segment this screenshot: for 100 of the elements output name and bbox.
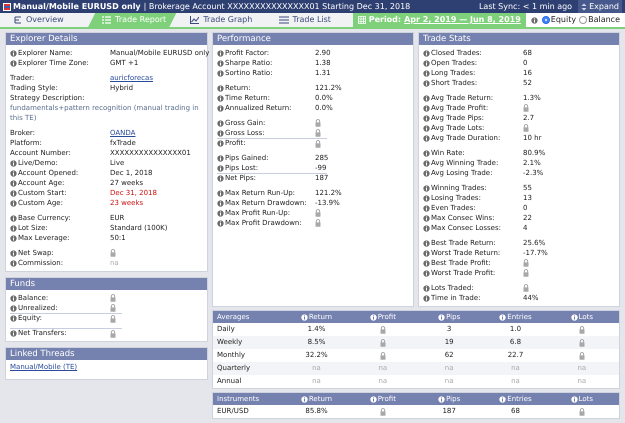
lock-icon [523,124,529,132]
info-icon[interactable] [10,170,17,176]
info-icon[interactable] [10,224,17,232]
info-icon[interactable] [217,50,224,56]
info-icon[interactable] [217,154,224,162]
info-icon[interactable] [499,396,506,402]
lock-icon [380,408,386,416]
lock-icon [578,338,585,346]
info-icon[interactable] [423,250,430,256]
panel-header: Performance [213,33,413,45]
info-icon[interactable] [10,190,17,196]
info-icon[interactable] [217,60,224,66]
info-icon[interactable] [217,210,224,216]
info-icon[interactable] [10,304,17,312]
tab[interactable]: Trade Graph [176,13,265,27]
info-icon[interactable] [570,396,578,402]
lock-icon [315,209,321,217]
info-icon[interactable] [10,315,17,322]
info-icon[interactable] [438,314,446,320]
info-icon[interactable] [423,284,430,292]
document-icon [14,16,22,24]
info-icon[interactable] [370,396,377,402]
info-icon[interactable] [423,124,430,132]
info-icon[interactable] [10,214,17,222]
info-icon[interactable] [423,80,430,86]
info-icon[interactable] [10,180,17,186]
lock-icon [110,294,116,302]
panel-header: Funds [6,278,207,290]
info-icon[interactable] [10,250,17,256]
lock-icon [380,326,386,334]
info-icon[interactable] [423,204,430,212]
info-icon[interactable] [423,104,430,112]
info-icon[interactable] [300,396,308,402]
info-icon[interactable] [423,194,430,202]
flag-icon [3,2,11,10]
info-icon[interactable] [423,170,430,176]
expand-button[interactable]: Expand [578,0,622,13]
info-icon[interactable] [10,60,17,66]
window-title: Manual/Mobile EURUSD only [13,0,141,12]
info-icon[interactable] [423,270,430,276]
info-icon[interactable] [217,84,224,92]
radio-option[interactable]: Equity [542,14,576,26]
info-icon[interactable] [217,164,224,172]
calendar-icon [358,16,366,24]
radio-option[interactable]: Balance [579,14,620,26]
list-icon [278,16,289,24]
lock-icon [315,219,321,227]
info-icon[interactable] [423,184,430,192]
lock-icon [315,119,321,127]
info-icon[interactable] [217,70,224,76]
lock-icon [380,352,386,360]
info-icon[interactable] [10,294,17,302]
info-icon[interactable] [423,160,430,166]
radio-button[interactable] [542,16,550,24]
lock-icon [110,304,116,312]
info-icon[interactable] [423,94,430,102]
info-icon[interactable] [217,175,224,182]
info-icon[interactable] [217,94,224,102]
info-icon[interactable] [570,314,578,320]
info-icon[interactable] [217,120,224,126]
info-icon[interactable] [300,314,308,320]
info-icon[interactable] [530,16,538,24]
info-icon[interactable] [217,200,224,206]
lock-icon [315,140,321,148]
info-icon[interactable] [499,314,506,320]
info-icon[interactable] [217,190,224,196]
expand-icon [581,2,588,10]
period-label: Period: [368,14,402,26]
info-icon[interactable] [423,224,430,232]
sync-status: Last Sync: < 1 min ago [478,0,572,12]
lock-icon [110,330,116,338]
info-icon[interactable] [423,50,430,56]
info-icon[interactable] [423,240,430,246]
info-icon[interactable] [10,160,17,166]
info-icon[interactable] [423,134,430,142]
info-icon[interactable] [217,104,224,112]
info-icon[interactable] [10,50,17,56]
info-icon[interactable] [217,140,224,147]
lock-icon [110,314,116,322]
info-icon[interactable] [423,294,430,302]
tab[interactable]: Overview [0,13,88,27]
info-icon[interactable] [217,220,224,226]
info-icon[interactable] [438,396,446,402]
info-icon[interactable] [423,214,430,222]
info-icon[interactable] [10,234,17,242]
tab[interactable]: Trade List [264,13,353,27]
panel-header: Linked Threads [6,348,207,360]
info-icon[interactable] [370,314,377,320]
info-icon[interactable] [10,260,17,266]
info-icon[interactable] [423,260,430,266]
list-icon [102,16,112,24]
info-icon[interactable] [423,70,430,76]
info-icon[interactable] [10,200,17,206]
lock-icon [110,249,116,257]
info-icon[interactable] [217,130,224,136]
info-icon[interactable] [423,60,430,66]
info-icon[interactable] [10,330,17,337]
radio-button[interactable] [579,16,588,24]
info-icon[interactable] [423,150,430,156]
info-icon[interactable] [423,114,430,122]
